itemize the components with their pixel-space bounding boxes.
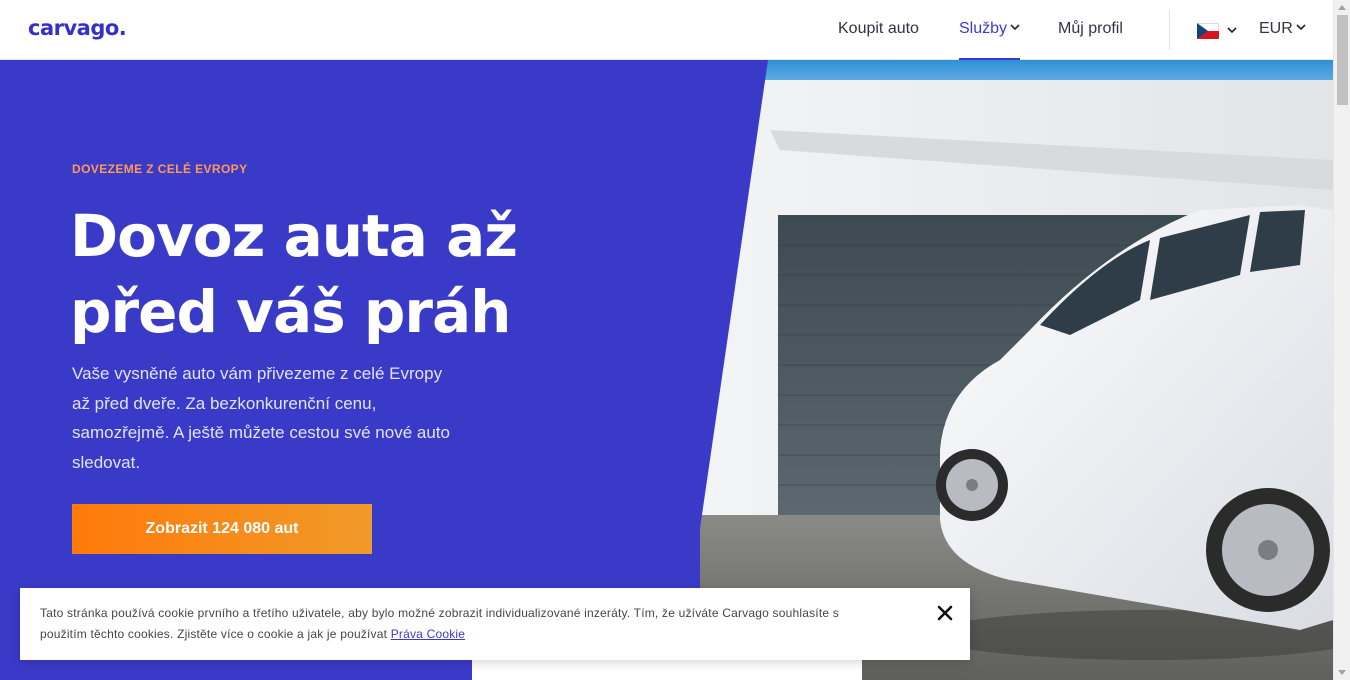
chevron-down-icon (1010, 24, 1020, 31)
hero-title: Dovoz auta až před váš práh (70, 198, 630, 350)
chevron-down-icon (1296, 24, 1306, 31)
cookie-text: Tato stránka používá cookie prvního a tř… (40, 603, 910, 645)
hero-subtitle: Vaše vysněné auto vám přivezeme z celé E… (72, 359, 512, 477)
hero-title-line-2: před váš práh (70, 278, 511, 346)
scroll-down-arrow-icon[interactable] (1338, 670, 1346, 675)
chevron-down-icon (1227, 27, 1237, 34)
hero-section: DOVEZEME Z CELÉ EVROPY Dovoz auta až pře… (0, 60, 1333, 680)
cookie-banner: Tato stránka používá cookie prvního a tř… (20, 588, 970, 660)
cookie-text-line-1: Tato stránka používá cookie prvního a tř… (40, 606, 839, 620)
nav-divider (1169, 10, 1170, 50)
hero-title-line-1: Dovoz auta až (70, 202, 518, 270)
cookie-policy-link[interactable]: Práva Cookie (391, 627, 465, 641)
nav-profile[interactable]: Můj profil (1058, 20, 1123, 60)
hero-subtitle-line-1: Vaše vysněné auto vám přivezeme z celé E… (72, 364, 443, 383)
scrollbar-thumb[interactable] (1337, 15, 1348, 105)
cookie-text-line-2: použitím těchto cookies. Zjistěte více o… (40, 627, 391, 641)
currency-selector[interactable]: EUR (1259, 20, 1306, 60)
nav-profile-label: Můj profil (1058, 20, 1123, 37)
nav-buy-car-label: Koupit auto (838, 20, 919, 37)
hero-subtitle-line-4: sledovat. (72, 452, 141, 472)
hero-subtitle-line-2: až před dveře. Za bezkonkurenční cenu, (72, 393, 377, 413)
content-card-edge (472, 660, 862, 680)
hero-subtitle-line-3: samozřejmě. A ještě můžete cestou své no… (72, 423, 450, 442)
currency-label: EUR (1259, 20, 1293, 37)
page-scrollbar[interactable] (1333, 0, 1350, 680)
show-cars-button[interactable]: Zobrazit 124 080 aut (72, 504, 372, 554)
close-icon[interactable] (936, 604, 954, 622)
main-nav: Koupit auto Služby Můj profil EUR (0, 0, 1333, 60)
language-selector[interactable] (1197, 22, 1237, 40)
hero-eyebrow: DOVEZEME Z CELÉ EVROPY (72, 162, 248, 176)
czech-flag-icon (1197, 22, 1219, 39)
nav-services[interactable]: Služby (959, 20, 1021, 60)
nav-services-label: Služby (959, 20, 1008, 37)
site-header: carvago. Koupit auto Služby Můj profil E… (0, 0, 1333, 60)
scroll-up-arrow-icon[interactable] (1338, 5, 1346, 10)
nav-buy-car[interactable]: Koupit auto (838, 20, 919, 60)
